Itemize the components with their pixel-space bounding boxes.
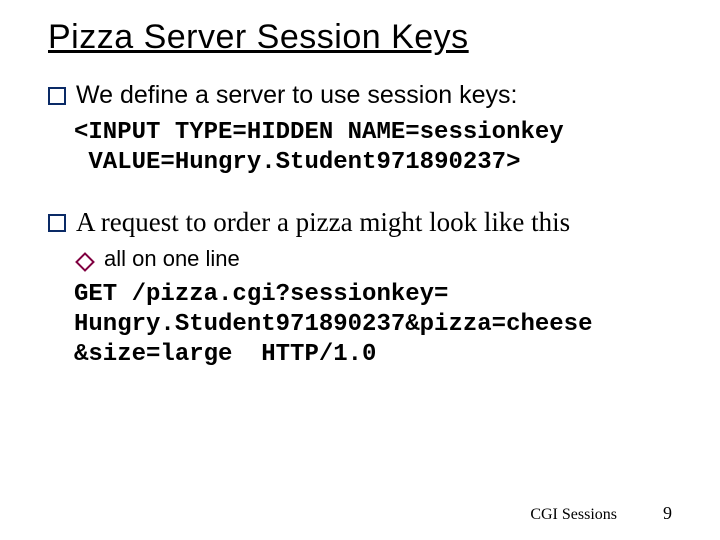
code-block-2: GET /pizza.cgi?sessionkey= Hungry.Studen… bbox=[74, 280, 672, 370]
bullet-1: We define a server to use session keys: bbox=[48, 79, 672, 112]
square-bullet-icon bbox=[48, 87, 66, 105]
code-block-1: <INPUT TYPE=HIDDEN NAME=sessionkey VALUE… bbox=[74, 118, 672, 178]
bullet-2: A request to order a pizza might look li… bbox=[48, 206, 672, 240]
sub-bullet-1-text: all on one line bbox=[104, 245, 240, 274]
slide: Pizza Server Session Keys We define a se… bbox=[0, 0, 720, 540]
bullet-2-text: A request to order a pizza might look li… bbox=[76, 206, 570, 240]
footer: CGI Sessions 9 bbox=[530, 503, 672, 524]
slide-title: Pizza Server Session Keys bbox=[48, 18, 672, 57]
bullet-1-text: We define a server to use session keys: bbox=[76, 79, 517, 112]
footer-label: CGI Sessions bbox=[530, 506, 617, 524]
sub-bullet-1: all on one line bbox=[78, 245, 672, 274]
square-bullet-icon bbox=[48, 214, 66, 232]
diamond-bullet-icon bbox=[75, 252, 95, 272]
page-number: 9 bbox=[663, 503, 672, 524]
